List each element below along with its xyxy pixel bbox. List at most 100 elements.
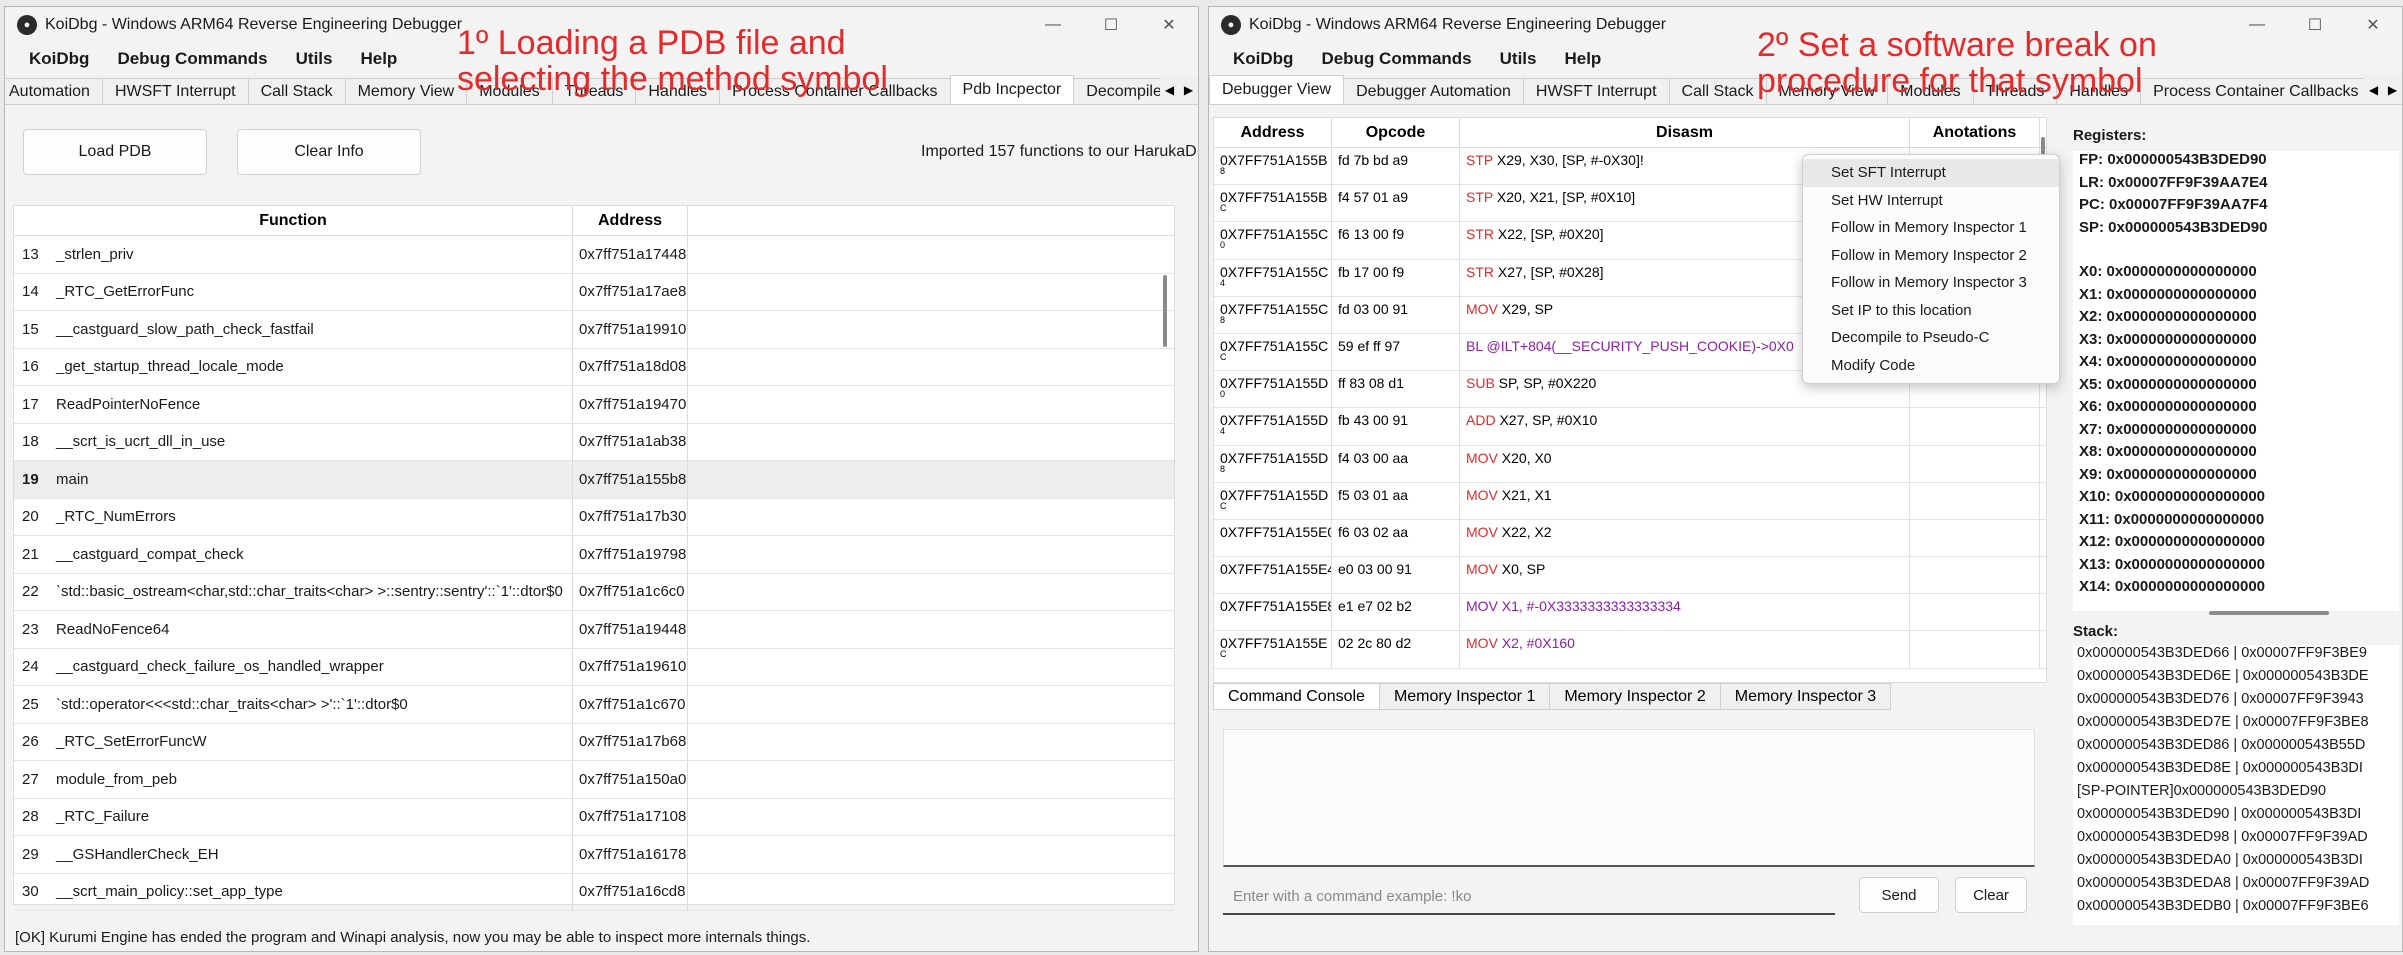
chevron-right-icon[interactable]: ▶	[2388, 83, 2397, 97]
tab-modules[interactable]: Modules	[1887, 78, 1974, 104]
load-pdb-button[interactable]: Load PDB	[23, 129, 207, 175]
close-icon[interactable]: ✕	[2344, 7, 2402, 43]
tab-handles[interactable]: Handles	[2056, 78, 2142, 104]
menu-utils[interactable]: Utils	[1486, 49, 1551, 69]
menu-help[interactable]: Help	[1550, 49, 1615, 69]
context-menu-item[interactable]: Follow in Memory Inspector 2	[1803, 242, 2059, 270]
table-row[interactable]: 15 __castguard_slow_path_check_fastfail 0x…	[14, 311, 1174, 349]
tab-process-container-callbacks[interactable]: Process Container Callbacks	[719, 78, 951, 104]
stack-entry[interactable]: 0x000000543B3DED76 | 0x00007FF9F3943	[2073, 691, 2399, 714]
disasm-row[interactable]: 0X7FF751A155D 8 f4 03 00 aa MOV X20, X0	[1214, 445, 2046, 483]
table-row[interactable]: 16 _get_startup_thread_locale_mode 0x7ff75…	[14, 348, 1174, 386]
disasm-row[interactable]: 0X7FF751A155E4 e0 03 00 91 MOV X0, SP	[1214, 557, 2046, 595]
chevron-right-icon[interactable]: ▶	[1184, 83, 1193, 97]
minimize-icon[interactable]: —	[1024, 7, 1082, 43]
clear-info-button[interactable]: Clear Info	[237, 129, 421, 175]
stack-entry[interactable]: 0x000000543B3DED66 | 0x00007FF9F3BE9	[2073, 645, 2399, 668]
menu-koidbg[interactable]: KoiDbg	[15, 49, 103, 69]
tab-call-stack[interactable]: Call Stack	[247, 78, 346, 104]
tab-threads[interactable]: Threads	[1972, 78, 2058, 104]
context-menu-item[interactable]: Follow in Memory Inspector 1	[1803, 214, 2059, 242]
tab-hwsft-interrupt[interactable]: HWSFT Interrupt	[1522, 78, 1670, 104]
table-row[interactable]: 26 _RTC_SetErrorFuncW 0x7ff751a17b68	[14, 723, 1174, 761]
send-button[interactable]: Send	[1859, 877, 1939, 913]
disasm-row[interactable]: 0X7FF751A155E C 02 2c 80 d2 MOV X2, #0X160	[1214, 631, 2046, 669]
menu-koidbg[interactable]: KoiDbg	[1219, 49, 1307, 69]
tab-process-container-callbacks[interactable]: Process Container Callbacks	[2140, 78, 2372, 104]
tab-memory-view[interactable]: Memory View	[344, 78, 468, 104]
table-row[interactable]: 30 __scrt_main_policy::set_app_type 0x7ff7…	[14, 873, 1174, 911]
context-menu-item[interactable]: Set HW Interrupt	[1803, 187, 2059, 215]
menu-utils[interactable]: Utils	[282, 49, 347, 69]
table-row[interactable]: 24 __castguard_check_failure_os_handled_w…	[14, 648, 1174, 686]
col-address[interactable]: Address	[573, 206, 688, 235]
register-value: X3: 0x0000000000000000	[2079, 330, 2257, 348]
table-row[interactable]: 20 _RTC_NumErrors 0x7ff751a17b30	[14, 498, 1174, 536]
col-opcode[interactable]: Opcode	[1332, 118, 1460, 147]
stack-entry[interactable]: 0x000000543B3DED98 | 0x00007FF9F39AD	[2073, 829, 2399, 852]
tab-hwsft-interrupt[interactable]: HWSFT Interrupt	[101, 78, 249, 104]
chevron-left-icon[interactable]: ◀	[2369, 83, 2378, 97]
context-menu-item[interactable]: Follow in Memory Inspector 3	[1803, 269, 2059, 297]
tab-threads[interactable]: Threads	[551, 78, 637, 104]
table-row[interactable]: 18 __scrt_is_ucrt_dll_in_use 0x7ff751a1ab3…	[14, 423, 1174, 461]
col-address[interactable]: Address	[1214, 118, 1332, 147]
menu-debug-commands[interactable]: Debug Commands	[103, 49, 281, 69]
stack-entry[interactable]: 0x000000543B3DED86 | 0x000000543B55D	[2073, 737, 2399, 760]
stack-entry[interactable]: 0x000000543B3DEDA8 | 0x00007FF9F39AD	[2073, 875, 2399, 898]
menu-help[interactable]: Help	[346, 49, 411, 69]
tab-memory-view[interactable]: Memory View	[1765, 78, 1889, 104]
close-icon[interactable]: ✕	[1140, 7, 1198, 43]
disasm-row[interactable]: 0X7FF751A155D 4 fb 43 00 91 ADD X27, SP, #0…	[1214, 408, 2046, 446]
maximize-icon[interactable]: ☐	[2286, 7, 2344, 43]
table-row[interactable]: 21 __castguard_compat_check 0x7ff751a19798	[14, 536, 1174, 574]
stack-entry[interactable]: 0x000000543B3DEDA0 | 0x000000543B3DI	[2073, 852, 2399, 875]
table-row[interactable]: 29 __GSHandlerCheck_EH 0x7ff751a16178	[14, 836, 1174, 874]
stack-entry[interactable]: 0x000000543B3DED8E | 0x000000543B3DI	[2073, 760, 2399, 783]
table-row[interactable]: 14 _RTC_GetErrorFunc 0x7ff751a17ae8	[14, 273, 1174, 311]
table-row[interactable]: 25 `std::operator<<<std::char_traits<char…	[14, 686, 1174, 724]
chevron-left-icon[interactable]: ◀	[1165, 83, 1174, 97]
tab-handles[interactable]: Handles	[635, 78, 721, 104]
tab-call-stack[interactable]: Call Stack	[1668, 78, 1767, 104]
registers-scrollbar[interactable]	[2209, 611, 2329, 615]
tab-debugger-automation[interactable]: Debugger Automation	[1343, 78, 1524, 104]
table-row[interactable]: 19 main 0x7ff751a155b8	[14, 461, 1174, 499]
context-menu-item[interactable]: Modify Code	[1803, 352, 2059, 380]
table-row[interactable]: 23 ReadNoFence64 0x7ff751a19448	[14, 611, 1174, 649]
tab-memory-inspector-3[interactable]: Memory Inspector 3	[1719, 683, 1892, 710]
tab-command-console[interactable]: Command Console	[1213, 683, 1380, 710]
context-menu-item[interactable]: Decompile to Pseudo-C	[1803, 324, 2059, 352]
menu-debug-commands[interactable]: Debug Commands	[1307, 49, 1485, 69]
maximize-icon[interactable]: ☐	[1082, 7, 1140, 43]
stack-entry[interactable]: [SP-POINTER]0x000000543B3DED90	[2073, 783, 2399, 806]
col-anotations[interactable]: Anotations	[1910, 118, 2040, 147]
tab-memory-inspector-1[interactable]: Memory Inspector 1	[1378, 683, 1551, 710]
tab-modules[interactable]: Modules	[466, 78, 553, 104]
stack-entry[interactable]: 0x000000543B3DEDB0 | 0x00007FF9F3BE6	[2073, 898, 2399, 921]
table-row[interactable]: 13 _strlen_priv 0x7ff751a17448	[14, 236, 1174, 274]
minimize-icon[interactable]: —	[2228, 7, 2286, 43]
command-input[interactable]: Enter with a command example: !ko	[1223, 879, 1835, 915]
clear-button[interactable]: Clear	[1955, 877, 2027, 913]
stack-entry[interactable]: 0x000000543B3DED7E | 0x00007FF9F3BE8	[2073, 714, 2399, 737]
disasm-row[interactable]: 0X7FF751A155E8 e1 e7 02 b2 MOV X1, #-0X333…	[1214, 594, 2046, 632]
context-menu-item[interactable]: Set SFT Interrupt	[1803, 159, 2059, 187]
table-row[interactable]: 17 ReadPointerNoFence 0x7ff751a19470	[14, 386, 1174, 424]
console-output[interactable]	[1223, 729, 2035, 867]
tab-memory-inspector-2[interactable]: Memory Inspector 2	[1549, 683, 1721, 710]
col-disasm[interactable]: Disasm	[1460, 118, 1910, 147]
function-table-scrollbar[interactable]	[1163, 275, 1167, 347]
tab-debugger-view[interactable]: Debugger View	[1209, 75, 1345, 104]
table-row[interactable]: 22 `std::basic_ostream<char,std::char_tra…	[14, 573, 1174, 611]
col-function[interactable]: Function	[14, 206, 573, 235]
disasm-row[interactable]: 0X7FF751A155E0 f6 03 02 aa MOV X22, X2	[1214, 519, 2046, 558]
stack-entry[interactable]: 0x000000543B3DED6E | 0x000000543B3DE	[2073, 668, 2399, 691]
stack-entry[interactable]: 0x000000543B3DED90 | 0x000000543B3DI	[2073, 806, 2399, 829]
tab-automation[interactable]: Automation	[5, 78, 103, 104]
table-row[interactable]: 27 module_from_peb 0x7ff751a150a0	[14, 761, 1174, 799]
table-row[interactable]: 28 _RTC_Failure 0x7ff751a17108	[14, 798, 1174, 836]
tab-pdb-inspector[interactable]: Pdb Incpector	[949, 75, 1075, 104]
disasm-row[interactable]: 0X7FF751A155D Cf5 03 01 aa MOV X21, X1	[1214, 482, 2046, 520]
context-menu-item[interactable]: Set IP to this location	[1803, 297, 2059, 325]
